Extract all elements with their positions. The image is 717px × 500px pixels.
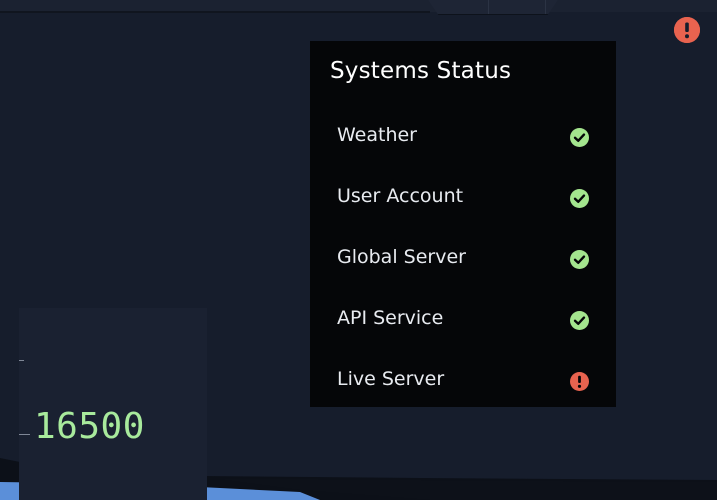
status-row-api-service[interactable]: API Service bbox=[310, 298, 616, 338]
gauge-value: 16500 bbox=[34, 406, 145, 447]
panel-title: Systems Status bbox=[330, 58, 512, 84]
status-label: API Service bbox=[337, 307, 444, 329]
status-row-user-account[interactable]: User Account bbox=[310, 176, 616, 216]
check-circle-icon bbox=[570, 128, 589, 147]
status-label: Live Server bbox=[337, 368, 445, 390]
gauge-tick bbox=[19, 360, 24, 361]
check-circle-icon bbox=[570, 311, 589, 330]
systems-status-panel: Systems Status Weather User Account Glob… bbox=[310, 41, 616, 407]
status-row-live-server[interactable]: Live Server bbox=[310, 359, 616, 399]
hud-screen: 16500 Systems Status Weather User Accoun… bbox=[0, 0, 717, 500]
altitude-gauge-panel bbox=[19, 308, 207, 500]
status-label: User Account bbox=[337, 185, 464, 207]
check-circle-icon bbox=[570, 250, 589, 269]
status-label: Global Server bbox=[337, 246, 466, 268]
check-circle-icon bbox=[570, 189, 589, 208]
alert-icon[interactable] bbox=[674, 17, 700, 43]
gauge-tick bbox=[19, 434, 30, 435]
status-row-weather[interactable]: Weather bbox=[310, 115, 616, 155]
exclamation-circle-icon bbox=[570, 372, 589, 391]
status-label: Weather bbox=[337, 124, 417, 146]
status-row-global-server[interactable]: Global Server bbox=[310, 237, 616, 277]
exclamation-circle-icon bbox=[674, 17, 700, 43]
